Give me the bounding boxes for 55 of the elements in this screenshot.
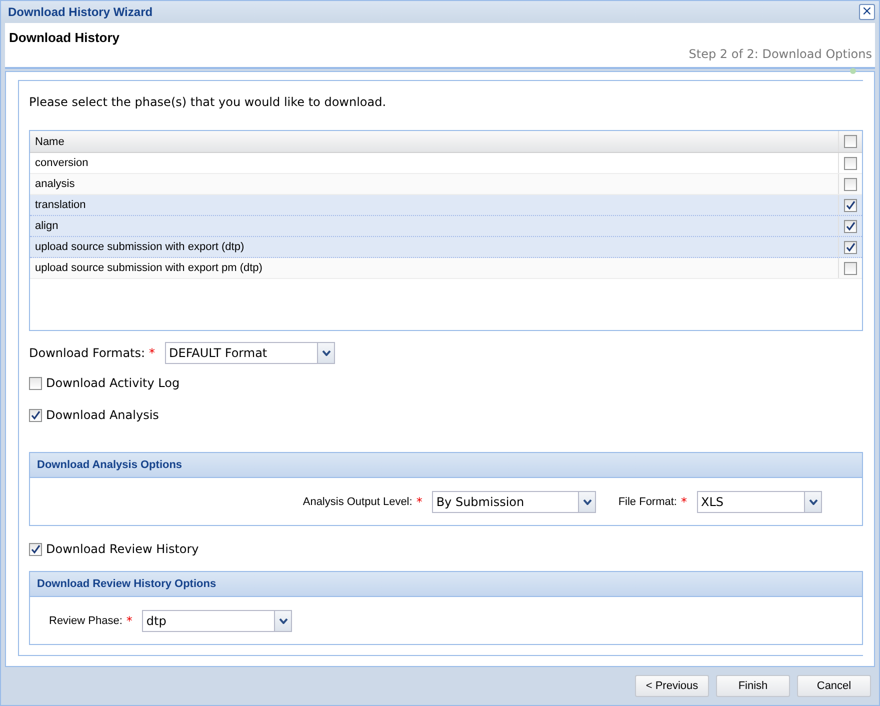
row-checkbox[interactable] [844, 156, 857, 170]
window-title: Download History Wizard [8, 4, 153, 21]
dropdown[interactable]: By Submission [432, 490, 596, 513]
step-label: Step 2 of 2: Download Options [688, 46, 872, 63]
checkbox-label: Download Activity Log [46, 375, 180, 392]
table-cell-text: upload source submission with export pm (dtp) [34, 261, 264, 276]
caret-icon [322, 350, 331, 356]
table-cell-text: conversion [34, 156, 90, 172]
close-button[interactable]: × [859, 4, 875, 20]
wizard-button[interactable]: Cancel [797, 675, 871, 698]
dropdown-trigger[interactable] [804, 492, 821, 512]
table-row[interactable]: upload source submission with export (dtp) [30, 237, 862, 258]
panel-header: Download Analysis Options [30, 453, 862, 478]
row-checkbox[interactable] [844, 178, 857, 191]
table-row[interactable]: translation [30, 195, 862, 216]
field-label: Analysis Output Level: [302, 494, 412, 510]
caret-icon [808, 498, 818, 505]
table-cell-text: translation [34, 198, 87, 214]
dropdown[interactable]: dtp [142, 610, 292, 632]
checkbox[interactable] [29, 376, 42, 390]
wizard-title: Download History [9, 28, 120, 47]
required-mark: * [416, 494, 422, 511]
checkbox[interactable] [29, 542, 42, 556]
wizard-button[interactable]: < Previous [635, 675, 709, 698]
caret-icon [582, 498, 592, 505]
dropdown-trigger[interactable] [317, 343, 334, 364]
dropdown-trigger[interactable] [578, 492, 596, 512]
required-mark: * [149, 345, 156, 362]
checkbox-label: Download Review History [46, 541, 199, 558]
table-cell-text: analysis [34, 177, 76, 192]
dropdown[interactable]: DEFAULT Format [165, 342, 336, 364]
row-checkbox[interactable] [844, 240, 857, 254]
checkbox-label: Download Analysis [46, 407, 159, 424]
caret-icon [278, 618, 288, 624]
required-mark: * [681, 494, 687, 511]
table-cell-text: align [34, 219, 60, 234]
dropdown-trigger[interactable] [274, 610, 292, 631]
row-checkbox[interactable] [844, 220, 857, 233]
field-label: File Format: [618, 494, 677, 510]
panel-header: Download Review History Options [30, 572, 862, 598]
table-row[interactable]: analysis [30, 174, 862, 196]
instruction-text: Please select the phase(s) that you would like to download. [29, 94, 388, 112]
wizard-button[interactable]: Finish [716, 675, 790, 698]
table-row[interactable]: align [30, 216, 862, 238]
table-row[interactable]: upload source submission with export pm (dtp) [30, 258, 862, 280]
field-label: Download Formats: [29, 345, 146, 362]
checkbox[interactable] [29, 408, 42, 422]
field-label: Review Phase: [49, 614, 122, 629]
dropdown[interactable]: XLS [697, 490, 822, 513]
row-checkbox[interactable] [844, 198, 857, 212]
row-checkbox[interactable] [844, 262, 857, 275]
status-dot-icon [850, 68, 856, 74]
table-cell-text: upload source submission with export (dtp) [34, 240, 246, 256]
select-all-checkbox[interactable] [844, 135, 857, 148]
required-mark: * [126, 612, 132, 630]
